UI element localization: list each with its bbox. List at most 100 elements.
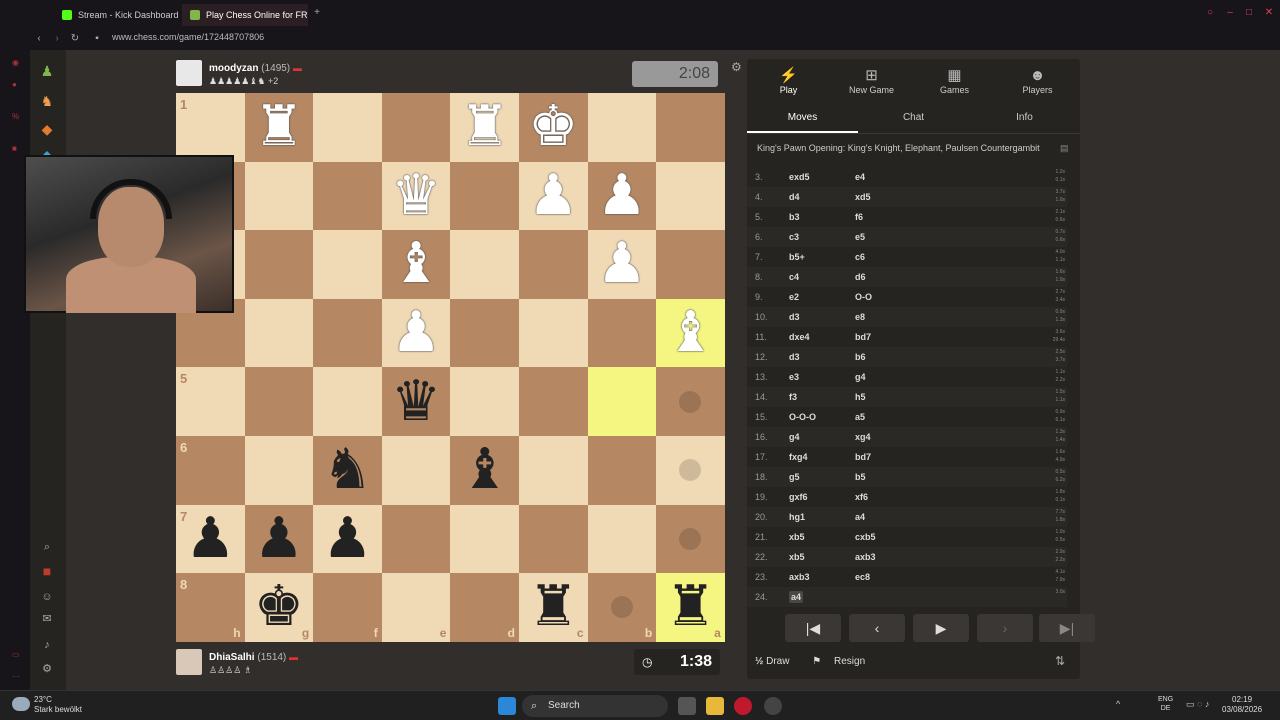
white-move[interactable]: g4 [789,431,800,443]
white-pawn-icon[interactable]: ♟ [597,236,647,292]
black-move[interactable]: xf6 [855,491,868,503]
legal-move-dot[interactable] [679,390,702,413]
white-move[interactable]: c4 [789,271,799,283]
board-square[interactable] [656,435,725,505]
black-move[interactable]: O-O [855,291,872,303]
white-move[interactable]: a4 [789,591,804,603]
legal-move-dot[interactable] [610,596,633,619]
board-square[interactable] [656,504,725,574]
white-bishop-icon[interactable]: ♝ [665,305,715,361]
white-pawn-icon[interactable]: ♟ [391,305,441,361]
bottom-player-name[interactable]: DhiaSalhi (1514) ▬ [209,652,298,663]
black-pawn-icon[interactable]: ♟ [254,510,304,567]
board-square[interactable]: 1 [176,93,245,162]
white-pawn-icon[interactable]: ♟ [597,167,647,224]
white-king-icon[interactable]: ♚ [528,99,578,155]
opera-icon[interactable] [734,697,752,715]
avatar[interactable] [176,60,202,86]
close-icon[interactable]: ✕ [1264,8,1274,18]
white-rook-icon[interactable]: ♜ [460,99,510,155]
black-pawn-icon[interactable]: ♟ [322,510,372,567]
white-move[interactable]: b3 [789,211,800,223]
top-player-name[interactable]: moodyzan (1495) ▬ [209,63,302,74]
black-move[interactable]: bd7 [855,451,871,463]
black-move[interactable]: axb3 [855,551,876,563]
board-square[interactable] [587,93,657,162]
board-square[interactable]: b [587,573,657,642]
board-square[interactable]: ♝ [656,298,725,368]
white-queen-icon[interactable]: ♛ [391,167,441,224]
board-square[interactable] [313,230,382,299]
app-icon[interactable] [764,697,782,715]
black-move[interactable]: b6 [855,351,866,363]
board-square[interactable] [587,298,657,368]
white-move[interactable]: exd5 [789,171,810,183]
player-username[interactable]: moodyzan [209,63,258,74]
language-indicator[interactable]: ENG DE [1158,695,1173,713]
board-square[interactable] [244,435,314,505]
white-move[interactable]: b5+ [789,251,805,263]
sidebar-app-icon[interactable]: ■ [12,144,20,153]
board-square[interactable]: ♟ [587,161,657,231]
file-explorer-icon[interactable] [706,697,724,715]
white-move[interactable]: O-O-O [789,411,816,423]
board-square[interactable]: ♝ [450,435,519,505]
new-tab-icon[interactable]: + [312,8,322,18]
white-move[interactable]: axb3 [789,571,810,583]
board-square[interactable] [656,367,725,436]
black-move[interactable]: b5 [855,471,866,483]
white-move[interactable]: d3 [789,351,800,363]
messages-icon[interactable]: ✉ [38,610,56,628]
play-moves-button[interactable]: › [977,614,1033,642]
board-square[interactable] [450,504,519,574]
board-square[interactable] [381,435,451,505]
board-square[interactable] [450,298,519,368]
board-square[interactable]: ♟ [518,161,588,231]
board-square[interactable]: a ♜ [656,573,725,642]
black-move[interactable]: e4 [855,171,865,183]
white-move[interactable]: d3 [789,311,800,323]
legal-move-dot[interactable] [679,459,702,482]
messenger-icon[interactable]: ● [12,80,20,89]
taskbar-clock[interactable]: 02:19 03/08/2026 [1222,695,1262,715]
board-square[interactable]: ♜ [244,93,314,162]
black-move[interactable]: a4 [855,511,865,523]
black-rook-icon[interactable]: ♜ [528,579,578,635]
black-bishop-icon[interactable]: ♝ [460,442,510,498]
chess-logo-icon[interactable]: ♟ [38,62,56,80]
white-move[interactable]: e2 [789,291,799,303]
move-list[interactable]: 3. exd5 e4 1.2s 0.1s 4. d4 xd5 3.7s 1.0s 5. b3 f6 2.1… [747,167,1080,607]
black-move[interactable]: f6 [855,211,863,223]
board-square[interactable]: ♜ [450,93,519,162]
board-square[interactable] [313,367,382,436]
start-icon[interactable] [498,697,516,715]
board-square[interactable] [313,93,382,162]
board-square[interactable] [656,161,725,231]
white-move[interactable]: hg1 [789,511,805,523]
subtab-moves[interactable]: Moves [747,111,858,133]
board-square[interactable] [518,230,588,299]
board-square[interactable]: ♛ [381,161,451,231]
board-square[interactable]: ♟ [587,230,657,299]
last-move-button[interactable]: ▶| [1039,614,1095,642]
next-move-button[interactable]: ▶ [913,614,969,642]
white-bishop-icon[interactable]: ♝ [391,236,441,292]
flip-board-icon[interactable]: ⇅ [1055,654,1065,668]
board-square[interactable] [244,367,314,436]
minimize-icon[interactable]: – [1225,8,1235,18]
black-pawn-icon[interactable]: ♟ [185,510,235,567]
black-rook-icon[interactable]: ♜ [665,579,715,635]
board-square[interactable] [656,230,725,299]
white-pawn-icon[interactable]: ♟ [528,167,578,224]
board-square[interactable]: ♟ [381,298,451,368]
book-icon[interactable]: ▤ [1060,143,1069,154]
board-square[interactable] [381,93,451,162]
board-square[interactable]: ♚ [518,93,588,162]
black-move[interactable]: g4 [855,371,866,383]
friends-icon[interactable]: ☺ [38,588,56,606]
player-username[interactable]: DhiaSalhi [209,652,255,663]
white-move[interactable]: f3 [789,391,797,403]
board-square[interactable]: e [381,573,451,642]
board-square[interactable] [518,435,588,505]
first-move-button[interactable]: |◀ [785,614,841,642]
